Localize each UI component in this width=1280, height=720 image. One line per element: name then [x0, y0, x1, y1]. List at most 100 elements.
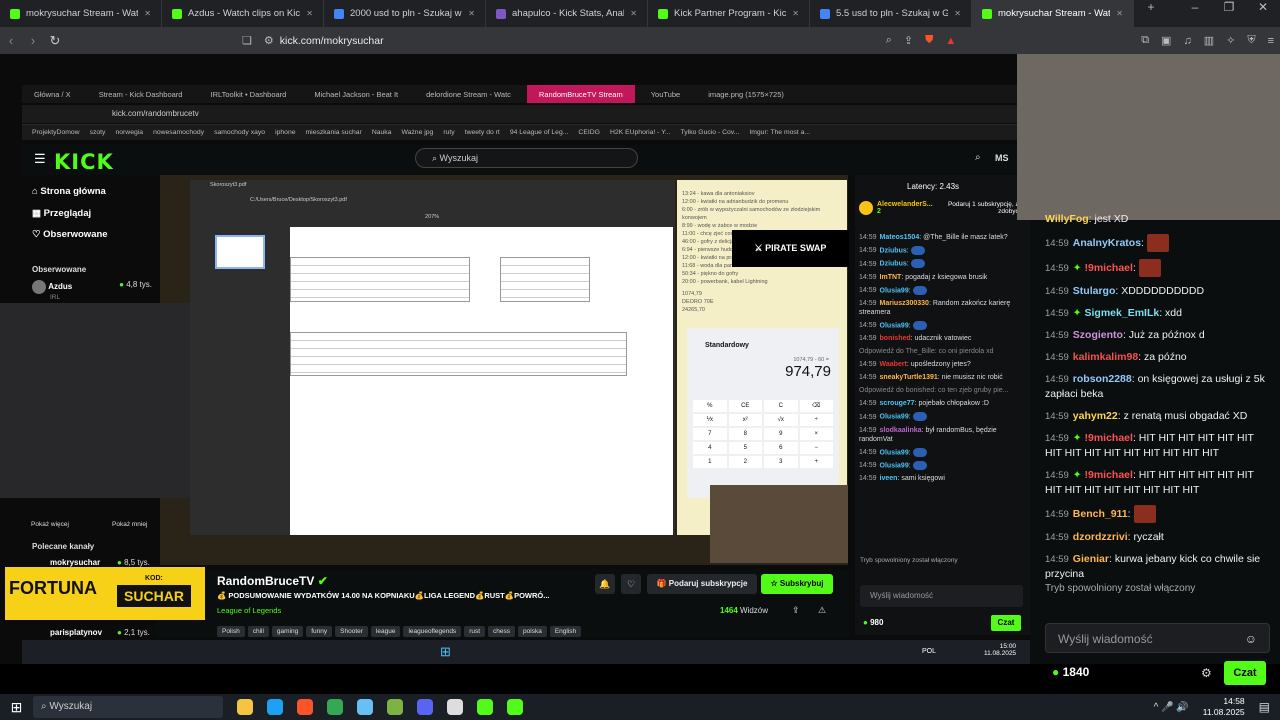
inner-avatar[interactable]: MS [995, 153, 1009, 163]
message-user[interactable]: Dziubus [880, 247, 907, 254]
bell-icon[interactable]: 🔔 [595, 574, 615, 594]
message-user[interactable]: Mateos1504 [880, 234, 920, 241]
notification-icon[interactable]: ▤ [1259, 700, 1270, 714]
message-user[interactable]: !9michael [1085, 432, 1133, 444]
chat-settings-icon[interactable]: ⚙ [1201, 666, 1212, 680]
browser-tab[interactable]: ahapulco - Kick Stats, Analytics and ✕ [486, 0, 648, 27]
message-user[interactable]: ImTNT [880, 274, 902, 281]
url-field[interactable]: kick.com/mokrysuchar [280, 35, 880, 47]
brave-icon[interactable] [297, 699, 313, 715]
tab-close-icon[interactable]: ✕ [468, 9, 475, 18]
inner-chat-input[interactable]: Wyślij wiadomość [860, 585, 1023, 607]
share-stream-icon[interactable]: ⇪ [792, 605, 800, 616]
browser-tab[interactable]: mokrysuchar Stream - Watch ✕ [972, 0, 1134, 27]
screenshot-icon[interactable]: ▣ [1161, 34, 1171, 47]
edge-icon[interactable] [267, 699, 283, 715]
nav-following[interactable]: ♡ Obserwowane [32, 229, 108, 240]
message-user[interactable]: Dziubus [880, 261, 907, 268]
message-user[interactable]: Mariusz300330 [880, 300, 929, 307]
nav-browse[interactable]: ▦ Przeglądaj [32, 208, 91, 219]
taskbar-search[interactable]: ⌕ Wyszukaj [33, 696, 223, 718]
kick-logo[interactable]: KICK [54, 150, 114, 174]
message-user[interactable]: Olusia99 [880, 462, 909, 469]
tab-close-icon[interactable]: ✕ [792, 9, 799, 18]
browser-tab[interactable]: 2000 usd to pln - Szukaj w Google ✕ [324, 0, 486, 27]
message-user[interactable]: Olusia99 [880, 287, 909, 294]
message-user[interactable]: slodkaalinka [880, 427, 922, 434]
brave-rewards-icon[interactable]: ▲ [945, 35, 956, 47]
stream-tag[interactable]: polska [518, 626, 547, 637]
message-user[interactable]: sneakyTurtle1391 [880, 374, 938, 381]
stream-tag[interactable]: chill [247, 626, 269, 637]
back-icon[interactable]: ‹ [0, 33, 22, 48]
show-less-link[interactable]: Pokaż mniej [112, 521, 147, 528]
tray-icons[interactable]: ^ 🎤 🔊 [1154, 702, 1189, 713]
brave-shield-icon[interactable]: ⛊ [925, 34, 933, 47]
app-icon[interactable] [387, 699, 403, 715]
message-user[interactable]: scrouge77 [880, 400, 915, 407]
media-icon[interactable]: ♫ [1183, 35, 1191, 47]
obs-icon[interactable] [447, 699, 463, 715]
wallet-icon[interactable]: ⛨ [1247, 34, 1255, 47]
pdf-thumbnail[interactable] [215, 235, 265, 269]
inner-chat-send[interactable]: Czat [991, 615, 1021, 631]
message-user[interactable]: robson2288 [1073, 373, 1132, 385]
steam-icon[interactable] [357, 699, 373, 715]
new-tab-button[interactable]: + [1134, 0, 1168, 27]
message-user[interactable]: WillyFog [1045, 213, 1089, 225]
zoom-icon[interactable]: ⌕ [886, 34, 892, 47]
message-user[interactable]: kalimkalim98 [1073, 351, 1138, 363]
message-user[interactable]: Gieniar [1073, 553, 1109, 565]
reload-icon[interactable]: ↻ [44, 33, 66, 49]
file-explorer-icon[interactable] [237, 699, 253, 715]
browser-tab[interactable]: mokrysuchar Stream - Watch Live on ✕ [0, 0, 162, 27]
bookmark-icon[interactable]: ❏ [242, 34, 252, 47]
browser-tab[interactable]: Kick Partner Program - Kick Dashboa ✕ [648, 0, 810, 27]
message-user[interactable]: Olusia99 [880, 414, 909, 421]
maximize-button[interactable]: ❐ [1212, 0, 1246, 27]
minimize-button[interactable]: – [1178, 0, 1212, 27]
message-user[interactable]: iveen [880, 475, 898, 482]
message-user[interactable]: dzordzzrivi [1073, 531, 1128, 543]
stream-tag[interactable]: funny [306, 626, 333, 637]
chat-input[interactable]: Wyślij wiadomość ☺ [1045, 623, 1270, 653]
stream-tag[interactable]: rust [464, 626, 486, 637]
start-icon[interactable]: ⊞ [0, 699, 33, 716]
message-user[interactable]: Bench_911 [1073, 508, 1128, 520]
nav-home[interactable]: ⌂ Strona główna [32, 186, 106, 197]
stream-tag[interactable]: gaming [271, 626, 304, 637]
discord-icon[interactable] [417, 699, 433, 715]
stream-tag[interactable]: chess [488, 626, 516, 637]
followed-channel[interactable]: Azdus ● 4,8 tys. IRL [32, 280, 152, 301]
forward-icon[interactable]: › [22, 33, 44, 48]
inner-search-input[interactable]: ⌕ Wyszukaj [415, 148, 638, 168]
app2-icon[interactable] [507, 699, 523, 715]
emoji-icon[interactable]: ☺ [1245, 632, 1257, 646]
tab-close-icon[interactable]: ✕ [630, 9, 637, 18]
kick-app-icon[interactable] [477, 699, 493, 715]
browser-tab[interactable]: 5.5 usd to pln - Szukaj w Google ✕ [810, 0, 972, 27]
stream-tag[interactable]: league [370, 626, 401, 637]
extensions-icon[interactable]: ⧉ [1141, 34, 1149, 47]
message-user[interactable]: Olusia99 [880, 449, 909, 456]
system-clock[interactable]: 14:58 11.08.2025 [1203, 696, 1245, 718]
browser-tab[interactable]: Azdus - Watch clips on Kick ✕ [162, 0, 324, 27]
stream-tag[interactable]: Shooter [335, 626, 368, 637]
stream-tag[interactable]: Polish [217, 626, 245, 637]
message-user[interactable]: AnalnyKratos [1073, 237, 1141, 249]
stream-tag[interactable]: English [549, 626, 582, 637]
sidebar-icon[interactable]: ▥ [1204, 34, 1214, 47]
message-user[interactable]: Sigmek_EmILk [1085, 307, 1160, 319]
leo-icon[interactable]: ✧ [1226, 34, 1235, 47]
inner-search-icon[interactable]: ⌕ [975, 152, 981, 163]
message-user[interactable]: !9michael [1085, 469, 1133, 481]
tab-close-icon[interactable]: ✕ [1116, 9, 1123, 18]
recommended-channel-1[interactable]: mokrysuchar [50, 558, 100, 567]
tab-close-icon[interactable]: ✕ [954, 9, 961, 18]
message-user[interactable]: Szogiento [1073, 329, 1123, 341]
message-user[interactable]: Stulargo [1073, 285, 1116, 297]
message-user[interactable]: bonished [880, 335, 911, 342]
message-user[interactable]: Olusia99 [880, 322, 909, 329]
hamburger-icon[interactable]: ☰ [34, 151, 46, 167]
chat-send-button[interactable]: Czat [1224, 661, 1266, 685]
